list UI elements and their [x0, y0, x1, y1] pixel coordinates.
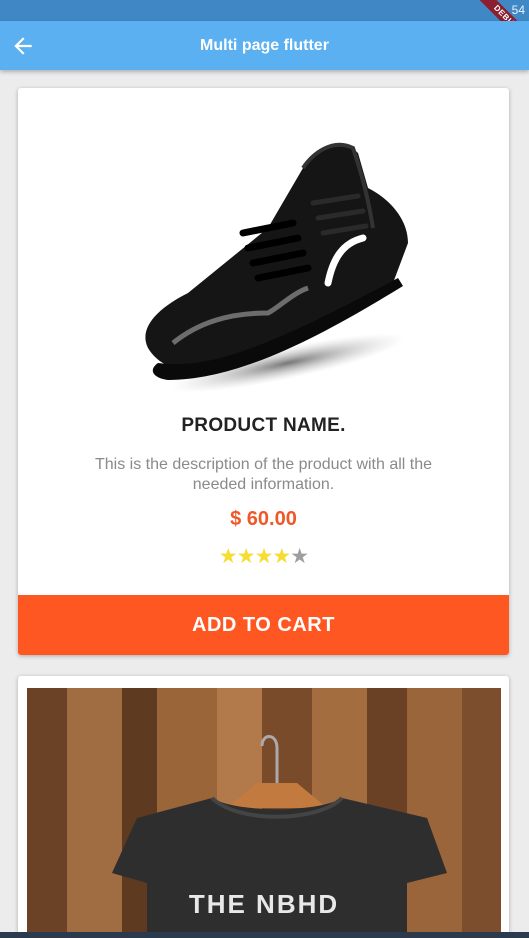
status-time: 54 [511, 3, 525, 17]
product-name: PRODUCT NAME. [181, 415, 346, 436]
product-price: $ 60.00 [230, 508, 297, 530]
star-filled-icon: ★★★★ [218, 545, 291, 568]
page-title: Multi page flutter [200, 37, 329, 54]
product-card: PRODUCT NAME. This is the description of… [18, 88, 509, 655]
add-to-cart-button[interactable]: ADD TO CART [18, 595, 509, 655]
sneaker-image [145, 142, 408, 393]
tshirt-image: THE NBHD [27, 688, 501, 938]
star-rating: ★★★★★ [18, 544, 509, 569]
app-bar: Multi page flutter [0, 21, 529, 70]
status-bar: 54 DEBUG [0, 0, 529, 55]
tshirt-print-text: THE NBHD [189, 889, 339, 919]
product-description: This is the description of the product w… [94, 456, 433, 493]
product-card: THE NBHD [18, 676, 509, 938]
system-nav-bar [0, 932, 529, 938]
star-empty-icon: ★ [290, 545, 309, 568]
